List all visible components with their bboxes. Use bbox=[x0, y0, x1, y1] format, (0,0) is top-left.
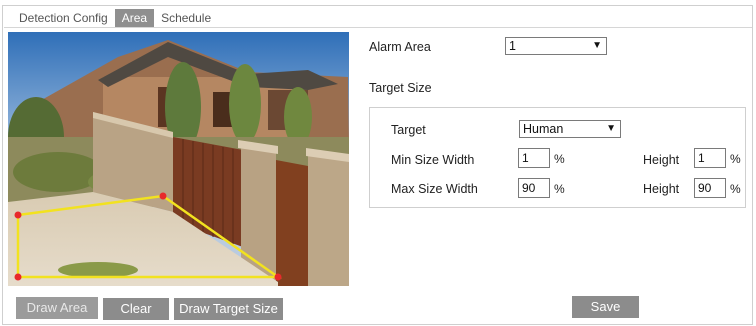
alarm-area-select[interactable]: 1 ▼ bbox=[505, 37, 607, 55]
min-height-unit: % bbox=[730, 152, 741, 166]
camera-preview[interactable] bbox=[8, 32, 349, 286]
alarm-area-label: Alarm Area bbox=[369, 40, 431, 54]
min-size-width-label: Min Size Width bbox=[391, 153, 475, 167]
min-size-height-label: Height bbox=[643, 153, 680, 167]
draw-target-size-button[interactable]: Draw Target Size bbox=[174, 298, 283, 320]
tab-divider bbox=[4, 27, 752, 28]
min-width-unit: % bbox=[554, 152, 565, 166]
max-height-unit: % bbox=[730, 182, 741, 196]
min-size-width-input[interactable]: 1 bbox=[518, 148, 550, 168]
tab-area[interactable]: Area bbox=[114, 9, 155, 27]
camera-scene bbox=[8, 32, 349, 286]
chevron-down-icon: ▼ bbox=[606, 123, 616, 134]
target-select[interactable]: Human ▼ bbox=[519, 120, 621, 138]
max-size-width-label: Max Size Width bbox=[391, 182, 478, 196]
clear-button[interactable]: Clear bbox=[103, 298, 169, 320]
max-size-width-input[interactable]: 90 bbox=[518, 178, 550, 198]
min-size-height-input[interactable]: 1 bbox=[694, 148, 726, 168]
target-label: Target bbox=[391, 123, 426, 137]
max-size-height-label: Height bbox=[643, 182, 680, 196]
chevron-down-icon: ▼ bbox=[592, 40, 602, 51]
target-size-heading: Target Size bbox=[369, 81, 432, 95]
alarm-area-value: 1 bbox=[509, 39, 516, 53]
tab-detection-config[interactable]: Detection Config bbox=[12, 9, 115, 27]
max-size-height-input[interactable]: 90 bbox=[694, 178, 726, 198]
draw-area-button[interactable]: Draw Area bbox=[16, 297, 98, 319]
save-button[interactable]: Save bbox=[572, 296, 639, 318]
max-width-unit: % bbox=[554, 182, 565, 196]
tab-schedule[interactable]: Schedule bbox=[154, 9, 218, 27]
tab-bar: Detection Config Area Schedule bbox=[12, 9, 218, 27]
target-value: Human bbox=[523, 122, 564, 136]
